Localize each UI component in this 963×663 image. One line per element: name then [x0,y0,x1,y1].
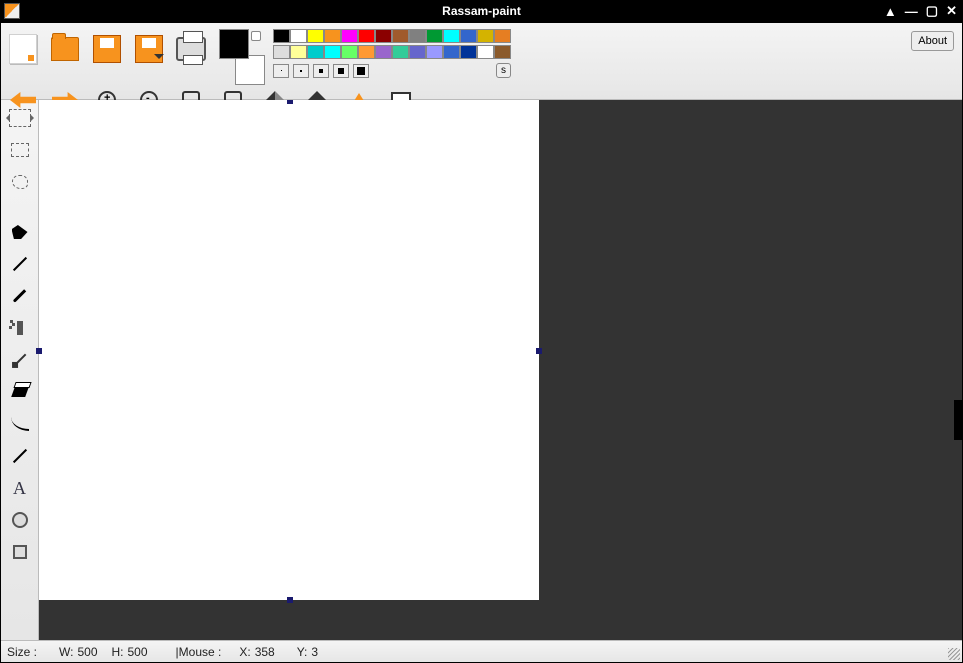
titlebar: Rassam-paint ▲ — ▢ ✕ [0,0,963,22]
resize-grip-icon[interactable] [948,648,960,660]
maximize-icon[interactable]: ▢ [926,3,938,19]
palette-swatch[interactable] [477,45,494,59]
palette-swatch[interactable] [426,45,443,59]
resize-handle-right[interactable] [536,348,542,354]
stroke-width-option[interactable] [293,64,309,78]
palette-swatch[interactable] [341,29,358,43]
palette-swatch[interactable] [426,29,443,43]
pencil-tool[interactable] [6,252,34,276]
swap-colors-icon[interactable] [251,31,261,41]
current-colors[interactable] [219,29,265,85]
palette-swatch[interactable] [290,45,307,59]
color-picker-tool[interactable] [6,348,34,372]
mouse-y-label: Y: [297,645,308,659]
palette-swatch[interactable] [409,29,426,43]
palette-swatch[interactable] [341,45,358,59]
size-label: Size : [7,645,37,659]
palette-swatch[interactable] [307,29,324,43]
canvas-area[interactable] [39,100,962,640]
stroke-width-option[interactable] [333,64,349,78]
tool-sidebar: A [1,100,39,640]
rectangle-tool[interactable] [6,540,34,564]
stroke-width-picker: s [273,63,511,78]
palette-swatch[interactable] [443,45,460,59]
palette-swatch[interactable] [273,45,290,59]
canvas[interactable] [39,100,539,600]
palette-swatch[interactable] [324,29,341,43]
select-free-tool[interactable] [6,170,34,194]
app-icon [4,3,20,19]
vertical-scrollbar[interactable] [954,100,962,640]
palette-swatch[interactable] [290,29,307,43]
mouse-label: |Mouse : [176,645,222,659]
brush-tool[interactable] [6,284,34,308]
select-rect-tool[interactable] [6,138,34,162]
stroke-width-option[interactable] [313,64,329,78]
palette-swatch[interactable] [392,29,409,43]
palette-swatch[interactable] [460,45,477,59]
save-button[interactable] [91,33,123,65]
palette-swatch[interactable] [375,29,392,43]
open-button[interactable] [49,33,81,65]
palette-swatch[interactable] [409,45,426,59]
eraser-tool[interactable] [6,380,34,404]
palette-swatch[interactable] [392,45,409,59]
palette-swatch[interactable] [358,45,375,59]
top-toolbar: + - s About [1,23,962,100]
background-color-swatch[interactable] [235,55,265,85]
curve-tool[interactable] [6,412,34,436]
stroke-width-option[interactable] [273,64,289,78]
foreground-color-swatch[interactable] [219,29,249,59]
palette-swatch[interactable] [273,29,290,43]
close-icon[interactable]: ✕ [946,3,957,19]
status-bar: Size : W: 500 H: 500 |Mouse : X: 358 Y:3 [1,640,962,662]
resize-handle-left[interactable] [36,348,42,354]
palette-swatch[interactable] [477,29,494,43]
print-button[interactable] [175,33,207,65]
height-value: 500 [128,645,148,659]
resize-handle-top[interactable] [287,100,293,104]
palette-swatch[interactable] [443,29,460,43]
mouse-x-label: X: [239,645,250,659]
stroke-settings-button[interactable]: s [496,63,511,78]
mouse-y-value: 3 [311,645,318,659]
about-button[interactable]: About [911,31,954,51]
width-label: W: [59,645,73,659]
height-label: H: [112,645,124,659]
palette-swatch[interactable] [494,45,511,59]
line-tool[interactable] [6,444,34,468]
scrollbar-thumb[interactable] [954,400,962,440]
ellipse-tool[interactable] [6,508,34,532]
save-as-button[interactable] [133,33,165,65]
fill-tool[interactable] [6,220,34,244]
spray-tool[interactable] [6,316,34,340]
palette-swatch[interactable] [324,45,341,59]
color-palette: s [273,29,511,78]
mouse-x-value: 358 [255,645,275,659]
palette-swatch[interactable] [307,45,324,59]
palette-swatch[interactable] [460,29,477,43]
width-value: 500 [77,645,97,659]
minimize-icon[interactable]: — [905,4,918,19]
resize-handle-bottom[interactable] [287,597,293,603]
stroke-width-option[interactable] [353,64,369,78]
rollup-icon[interactable]: ▲ [884,4,897,19]
palette-swatch[interactable] [494,29,511,43]
palette-swatch[interactable] [375,45,392,59]
palette-swatch[interactable] [358,29,375,43]
window-title: Rassam-paint [442,4,521,18]
new-button[interactable] [7,33,39,65]
move-tool[interactable] [6,106,34,130]
text-tool[interactable]: A [6,476,34,500]
